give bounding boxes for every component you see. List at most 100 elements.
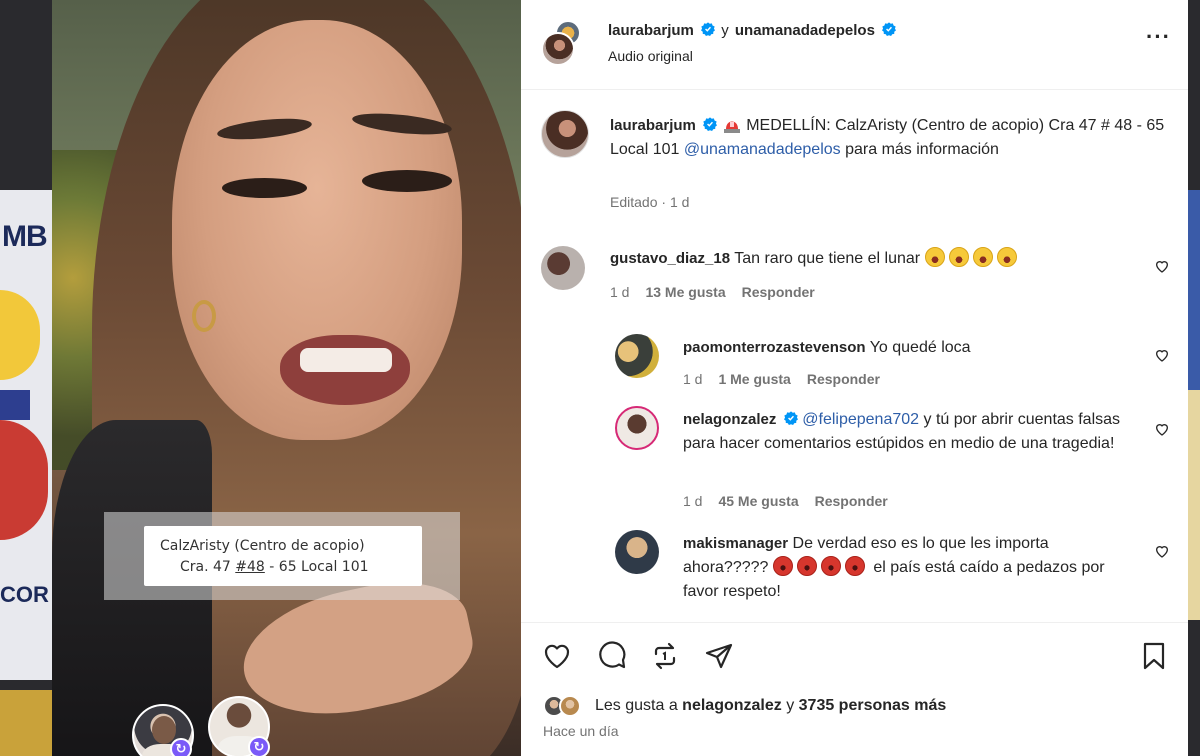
verified-badge-icon	[882, 22, 897, 36]
background-right-beige	[1188, 390, 1200, 620]
comment-like-heart-icon[interactable]	[1154, 543, 1170, 559]
angry-emoji-icon	[844, 556, 865, 576]
angry-emoji-icon	[820, 556, 841, 576]
post-header: laurabarjum y unamanadadepelos Audio ori…	[521, 0, 1188, 90]
caption-time: 1 d	[669, 194, 690, 210]
background-left-strip: MB COR	[0, 0, 52, 756]
likes-count[interactable]: 3735 personas más	[799, 697, 947, 714]
comment-username[interactable]: makismanager	[683, 535, 788, 552]
comment-reply-button[interactable]: Responder	[807, 371, 880, 387]
likes-username[interactable]: nelagonzalez	[682, 697, 782, 714]
comment-likes[interactable]: 1 Me gusta	[718, 371, 790, 387]
verified-badge-icon	[783, 411, 798, 425]
post-time-ago: Hace un día	[543, 723, 619, 739]
video-earring	[192, 300, 216, 332]
likes-text: Les gusta a nelagonzalez y 3735 personas…	[595, 697, 946, 715]
comment-likes[interactable]: 13 Me gusta	[645, 284, 725, 300]
background-right-strip	[1188, 0, 1200, 756]
comment-text: nelagonzalez @felipepena702 y tú por abr…	[683, 408, 1123, 456]
laughing-emoji-icon	[924, 247, 945, 267]
actions-divider	[521, 622, 1188, 623]
comment-bubble-icon[interactable]	[596, 640, 628, 672]
poster-yellow-shape	[0, 290, 40, 380]
background-right-blue	[1188, 190, 1200, 390]
collab-avatar-1-head	[152, 716, 176, 744]
liker-avatar[interactable]	[559, 695, 581, 717]
caption-body-end: para más información	[840, 141, 999, 158]
video-teeth	[300, 348, 392, 372]
comment-avatar-story-ring[interactable]	[615, 406, 659, 450]
comment-time: 1 d	[683, 371, 703, 387]
header-usernames: laurabarjum y unamanadadepelos	[608, 22, 897, 39]
comment-meta: 1 d 1 Me gusta Responder	[683, 371, 896, 387]
likes-prefix: Les gusta a	[595, 697, 683, 714]
audio-link[interactable]: Audio original	[608, 48, 693, 64]
caption-edited: Editado	[610, 194, 658, 210]
comment-reply-item: makismanager De verdad eso es lo que les…	[615, 530, 1135, 616]
comment-text: paomonterrozastevenson Yo quedé loca	[683, 336, 971, 360]
reel-video[interactable]: CalzAristy (Centro de acopio) Cra. 47 #4…	[52, 0, 521, 756]
verified-badge-icon	[703, 117, 718, 131]
comment-body: Yo quedé loca	[869, 339, 971, 356]
laughing-emoji-icon	[972, 247, 993, 267]
comment-mention[interactable]: @felipepena702	[802, 411, 919, 428]
siren-emoji-icon	[723, 121, 740, 133]
laughing-emoji-icon	[948, 247, 969, 267]
poster-text-bottom: COR	[0, 582, 49, 607]
comment-reply-button[interactable]: Responder	[742, 284, 815, 300]
comment-likes[interactable]: 45 Me gusta	[718, 493, 798, 509]
comment-avatar[interactable]	[615, 334, 659, 378]
comment-time: 1 d	[683, 493, 703, 509]
comment-username[interactable]: nelagonzalez	[683, 411, 776, 428]
comment-like-heart-icon[interactable]	[1154, 347, 1170, 363]
poster-text-top: MB	[2, 220, 48, 253]
comment-meta: 1 d 13 Me gusta Responder	[610, 284, 831, 300]
header-username-1[interactable]: laurabarjum	[608, 22, 694, 39]
remix-icon[interactable]	[649, 640, 681, 672]
author-avatar[interactable]	[541, 32, 575, 66]
background-bottom-shape	[0, 690, 52, 756]
like-heart-icon[interactable]	[541, 640, 573, 672]
video-eye-right	[362, 170, 452, 192]
sticker-hashtag[interactable]: #48	[235, 559, 265, 575]
comment-text: gustavo_diaz_18 Tan raro que tiene el lu…	[610, 247, 1021, 271]
comment-meta: 1 d 45 Me gusta Responder	[683, 493, 904, 509]
poster-red-shape	[0, 420, 48, 540]
caption-meta: Editado · 1 d	[610, 194, 690, 210]
comment-username[interactable]: gustavo_diaz_18	[610, 250, 730, 267]
background-poster: MB COR	[0, 190, 52, 680]
comment-time: 1 d	[610, 284, 630, 300]
comment-text: makismanager De verdad eso es lo que les…	[683, 532, 1123, 604]
caption-author-avatar[interactable]	[541, 110, 589, 158]
share-send-icon[interactable]	[703, 640, 735, 672]
header-username-2[interactable]: unamanadadepelos	[735, 22, 875, 39]
comment-like-heart-icon[interactable]	[1154, 258, 1170, 274]
location-sticker-card: CalzAristy (Centro de acopio) Cra. 47 #4…	[144, 526, 422, 586]
sticker-line-2-prefix: Cra. 47	[180, 559, 236, 575]
video-eye-left	[222, 178, 307, 198]
comment-username[interactable]: paomonterrozastevenson	[683, 339, 866, 356]
angry-emoji-icon	[772, 556, 793, 576]
verified-badge-icon	[701, 22, 716, 36]
sticker-line-2-suffix: - 65 Local 101	[264, 559, 369, 575]
comment-avatar[interactable]	[541, 246, 585, 290]
caption-username[interactable]: laurabarjum	[610, 117, 696, 134]
location-sticker: CalzAristy (Centro de acopio) Cra. 47 #4…	[104, 512, 460, 600]
poster-blue-shape	[0, 390, 30, 420]
save-bookmark-icon[interactable]	[1138, 640, 1170, 672]
angry-emoji-icon	[796, 556, 817, 576]
collab-refresh-icon: ↻	[170, 738, 192, 756]
collab-refresh-icon-2: ↻	[248, 736, 270, 756]
comment-body: Tan raro que tiene el lunar	[734, 250, 921, 267]
comment-avatar[interactable]	[615, 530, 659, 574]
sticker-line-2: Cra. 47 #48 - 65 Local 101	[160, 557, 414, 578]
likes-middle: y	[781, 697, 799, 714]
comment-reply-button[interactable]: Responder	[815, 493, 888, 509]
laughing-emoji-icon	[996, 247, 1017, 267]
caption-mention[interactable]: @unamanadadepelos	[684, 141, 841, 158]
comments-scroll-fade	[521, 612, 1188, 622]
more-options-icon[interactable]: ···	[1146, 26, 1172, 56]
comment-like-heart-icon[interactable]	[1154, 421, 1170, 437]
post-panel: laurabarjum y unamanadadepelos Audio ori…	[521, 0, 1188, 756]
sticker-line-1: CalzAristy (Centro de acopio)	[160, 538, 365, 554]
